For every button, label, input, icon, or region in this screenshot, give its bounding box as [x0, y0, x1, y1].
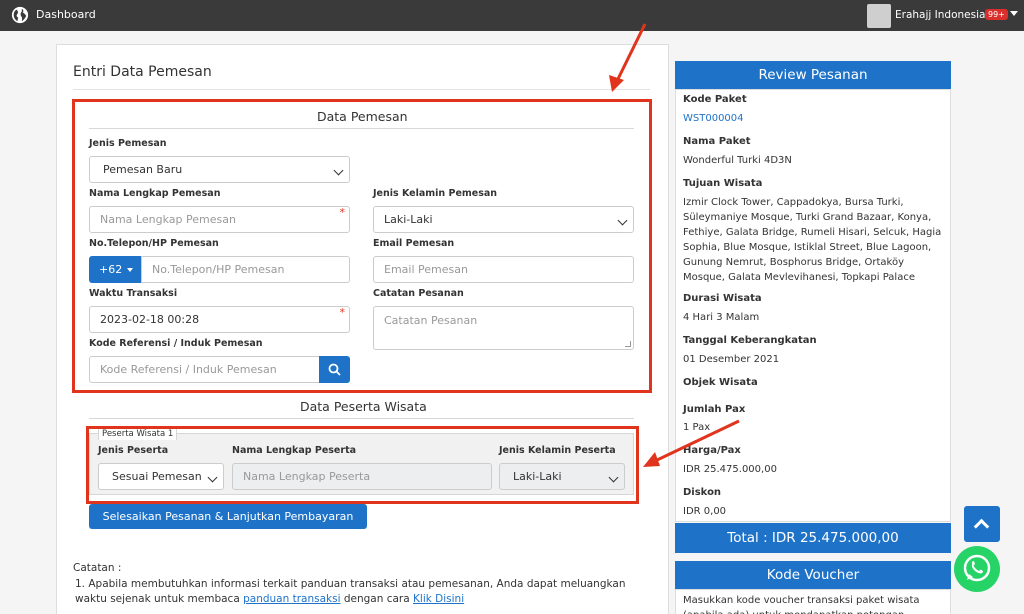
user-name[interactable]: Erahajj Indonesia [895, 9, 985, 21]
highlight-box-peserta [86, 426, 639, 504]
diskon-value: IDR 0,00 [683, 506, 727, 517]
klik-disini-link[interactable]: Klik Disini [413, 593, 464, 605]
label-durasi: Durasi Wisata [683, 293, 762, 304]
catatan-title: Catatan : [73, 562, 122, 574]
section-title-data-peserta: Data Peserta Wisata [300, 399, 427, 414]
label-jenis-kelamin-pemesan: Jenis Kelamin Pemesan [373, 188, 498, 199]
label-nama-paket: Nama Paket [683, 136, 751, 147]
email-input[interactable]: Email Pemesan [373, 256, 634, 283]
label-nama-pemesan: Nama Lengkap Pemesan [89, 188, 221, 199]
label-catatan-pesanan: Catatan Pesanan [373, 288, 464, 299]
kode-paket-link[interactable]: WST000004 [683, 111, 945, 126]
jenis-pemesan-select[interactable]: Pemesan Baru [89, 156, 350, 183]
scroll-to-top-button[interactable] [964, 506, 1000, 542]
catatan-item-1-middle: dengan cara [340, 593, 414, 605]
dashboard-link[interactable]: Dashboard [36, 8, 96, 21]
jenis-pemesan-value: Pemesan Baru [103, 163, 183, 176]
label-email: Email Pemesan [373, 238, 455, 249]
panduan-transaksi-link[interactable]: panduan transaksi [243, 593, 340, 605]
chevron-down-icon [127, 268, 133, 272]
submit-order-button[interactable]: Selesaikan Pesanan & Lanjutkan Pembayara… [89, 504, 367, 529]
label-tanggal-keberangkatan: Tanggal Keberangkatan [683, 335, 817, 346]
kode-referensi-placeholder: Kode Referensi / Induk Pemesan [100, 363, 277, 376]
chevron-down-icon [617, 215, 628, 226]
whatsapp-icon [963, 554, 991, 582]
nama-pemesan-input[interactable]: Nama Lengkap Pemesan * [89, 206, 350, 233]
divider [73, 89, 650, 90]
chevron-up-icon [973, 518, 990, 535]
label-jenis-pemesan: Jenis Pemesan [89, 138, 167, 149]
nama-pemesan-placeholder: Nama Lengkap Pemesan [100, 213, 236, 226]
label-kode-referensi: Kode Referensi / Induk Pemesan [89, 338, 263, 349]
kode-referensi-input[interactable]: Kode Referensi / Induk Pemesan [89, 356, 320, 383]
search-button[interactable] [319, 356, 350, 383]
country-code-value: +62 [99, 263, 123, 276]
divider [89, 128, 634, 129]
chevron-down-icon[interactable] [1010, 11, 1018, 16]
chevron-down-icon [333, 165, 344, 176]
label-telepon: No.Telepon/HP Pemesan [89, 238, 219, 249]
telepon-input[interactable]: No.Telepon/HP Pemesan [141, 256, 350, 283]
jenis-kelamin-pemesan-select[interactable]: Laki-Laki [373, 206, 634, 233]
avatar[interactable] [867, 4, 891, 28]
catatan-pesanan-placeholder: Catatan Pesanan [384, 314, 478, 327]
jenis-kelamin-pemesan-value: Laki-Laki [384, 213, 433, 226]
label-waktu-transaksi: Waktu Transaksi [89, 288, 178, 299]
divider [89, 418, 634, 419]
notification-badge: 99+ [985, 9, 1008, 20]
required-mark: * [339, 206, 346, 219]
label-tujuan-wisata: Tujuan Wisata [683, 178, 763, 189]
catatan-pesanan-textarea[interactable]: Catatan Pesanan [373, 306, 634, 350]
waktu-transaksi-value: 2023-02-18 00:28 [100, 313, 200, 326]
country-code-dropdown[interactable]: +62 [89, 256, 141, 283]
section-title-data-pemesan: Data Pemesan [317, 109, 408, 124]
label-diskon: Diskon [683, 487, 722, 498]
tujuan-wisata-value: Izmir Clock Tower, Cappadokya, Bursa Tur… [683, 197, 942, 283]
label-objek-wisata: Objek Wisata [683, 377, 758, 388]
voucher-text: Masukkan kode voucher transaksi paket wi… [683, 595, 920, 614]
nama-paket-value: Wonderful Turki 4D3N [683, 155, 792, 166]
catatan-item-1: 1. Apabila membutuhkan informasi terkait… [75, 577, 651, 607]
waktu-transaksi-input[interactable]: 2023-02-18 00:28 * [89, 306, 350, 333]
label-kode-paket: Kode Paket [683, 94, 747, 105]
voucher-header: Kode Voucher [675, 561, 951, 589]
whatsapp-button[interactable] [954, 546, 1000, 592]
review-header: Review Pesanan [675, 61, 951, 89]
harga-pax-value: IDR 25.475.000,00 [683, 464, 777, 475]
label-harga-pax: Harga/Pax [683, 445, 741, 456]
label-jumlah-pax: Jumlah Pax [683, 404, 746, 415]
search-icon [328, 363, 341, 376]
telepon-placeholder: No.Telepon/HP Pemesan [152, 263, 285, 276]
durasi-value: 4 Hari 3 Malam [683, 312, 760, 323]
resize-handle-icon[interactable] [625, 341, 631, 347]
globe-icon[interactable] [11, 6, 29, 24]
top-navbar: Dashboard Erahajj Indonesia 99+ [0, 0, 1024, 31]
required-mark: * [339, 306, 346, 319]
tanggal-keberangkatan-value: 01 Desember 2021 [683, 354, 780, 365]
total-bar: Total : IDR 25.475.000,00 [675, 523, 951, 553]
jumlah-pax-value: 1 Pax [683, 422, 711, 433]
page-title: Entri Data Pemesan [73, 64, 212, 80]
email-placeholder: Email Pemesan [384, 263, 468, 276]
